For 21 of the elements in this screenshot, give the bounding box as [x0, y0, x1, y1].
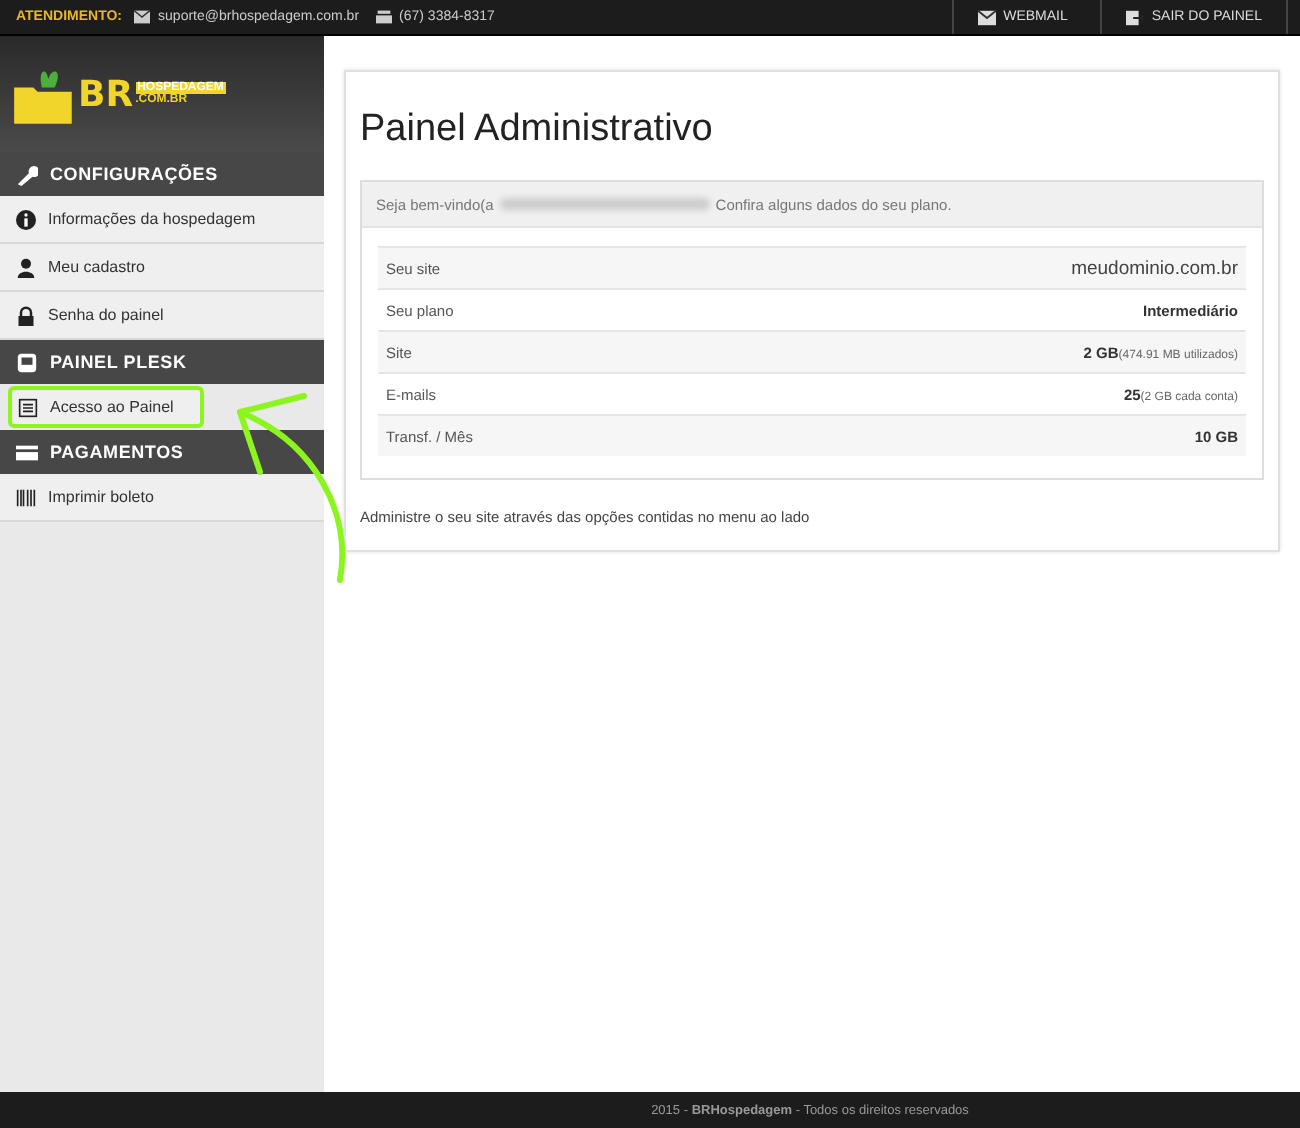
info-icon — [16, 209, 36, 229]
sidebar-item[interactable]: Acesso ao Painel — [8, 386, 204, 428]
sidebar-item[interactable]: Imprimir boleto — [0, 474, 324, 522]
page-title: Painel Administrativo — [360, 108, 715, 152]
section-title: PAGAMENTOS — [50, 442, 184, 462]
sidebar-item[interactable]: Senha do painel — [0, 292, 324, 340]
envelope-icon — [977, 9, 996, 25]
user-icon — [16, 257, 36, 277]
envelope-icon — [134, 10, 151, 24]
card-icon — [16, 441, 38, 463]
list-icon — [18, 397, 38, 417]
section-title: CONFIGURAÇÕES — [50, 164, 218, 184]
section-title: PAINEL PLESK — [50, 352, 187, 372]
wrench-icon — [16, 163, 38, 185]
sidebar-item[interactable]: Informações da hospedagem — [0, 196, 324, 244]
barcode-icon — [16, 487, 36, 507]
row-value: meudominio.com.br — [1071, 257, 1238, 279]
sidebar-item[interactable]: Meu cadastro — [0, 244, 324, 292]
lock-icon — [16, 305, 36, 325]
monitor-icon — [16, 351, 38, 373]
logout-icon — [1125, 9, 1144, 25]
